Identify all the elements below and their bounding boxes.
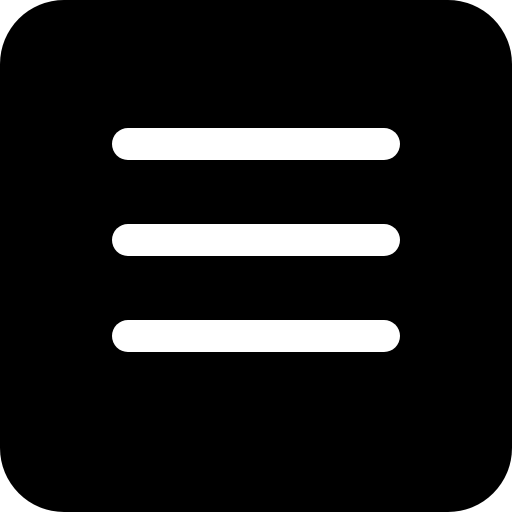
hamburger-menu-icon — [0, 0, 512, 512]
menu-button[interactable] — [0, 0, 512, 512]
